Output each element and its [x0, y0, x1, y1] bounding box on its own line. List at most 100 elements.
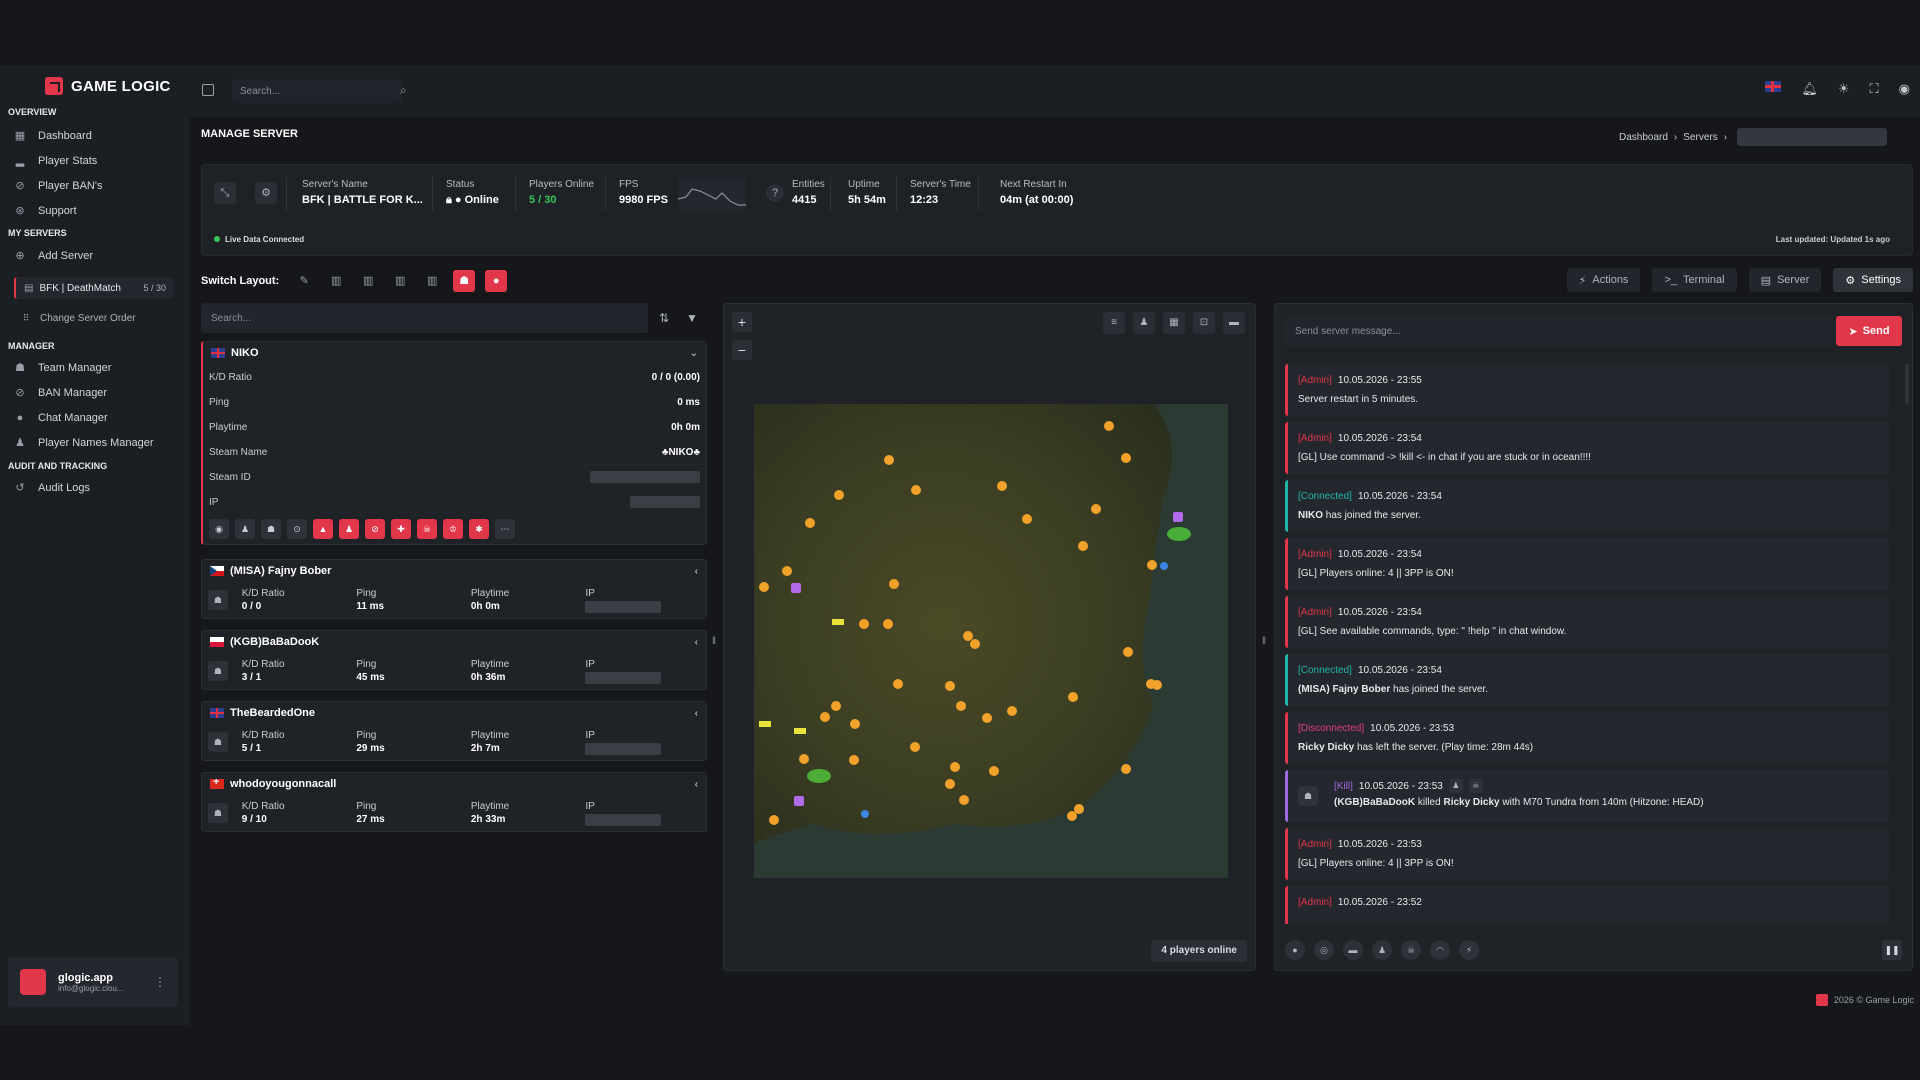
chat-layout-icon[interactable]: ●	[485, 270, 508, 292]
kick-icon[interactable]: ♟	[339, 519, 359, 539]
target-icon[interactable]: ⊙	[287, 519, 307, 539]
player-card-expanded[interactable]: NIKO ⌄ K/D Ratio 0 / 0 (0.00) Ping 0 ms Pla…	[201, 341, 707, 545]
user-icon[interactable]: ♟	[1133, 312, 1155, 334]
breadcrumb-servers[interactable]: Servers	[1683, 132, 1717, 143]
ban-icon[interactable]: ⊘	[365, 519, 385, 539]
sidebar-item-support[interactable]: ⊛ Support	[14, 202, 76, 220]
freeze-icon[interactable]: ✱	[469, 519, 489, 539]
player-card[interactable]: TheBeardedOne ‹ ☗ K/D Ratio 5 / 1 Ping 29 m…	[201, 701, 707, 761]
pause-icon[interactable]: ❚❚	[1882, 940, 1902, 960]
players-layout-icon[interactable]: ☗	[453, 270, 476, 292]
sidebar-item-player-stats[interactable]: ▂ Player Stats	[14, 152, 98, 170]
world-map[interactable]	[754, 404, 1228, 878]
sidebar-item-team-manager[interactable]: ☗ Team Manager	[14, 359, 111, 377]
team-icon: ☗	[15, 362, 25, 374]
breadcrumb-dashboard[interactable]: Dashboard	[1619, 132, 1668, 143]
skull-icon[interactable]: ☠	[417, 519, 437, 539]
log-entry: [Admin] 10.05.2026 - 23:54 [GL] Use comman…	[1285, 422, 1889, 474]
fullscreen-icon[interactable]: ⛶	[1870, 81, 1879, 97]
sun-icon[interactable]: ☀	[1838, 81, 1850, 97]
more-vertical-icon[interactable]: ⋮	[154, 975, 166, 989]
layout-3col-icon[interactable]: ▥	[357, 270, 379, 292]
settings-button[interactable]: ⚙ Settings	[1833, 268, 1913, 292]
minimize-icon[interactable]: ▬	[1223, 312, 1245, 334]
bell-icon[interactable]: 🔔︎	[1801, 81, 1818, 97]
global-search-input[interactable]: Search...	[232, 79, 402, 103]
globe-icon[interactable]: ◎	[1314, 940, 1334, 960]
server-icon: ▤	[24, 282, 34, 294]
players-online-badge: 4 players online	[1151, 940, 1247, 962]
sidebar-item-chat-manager[interactable]: ● Chat Manager	[14, 409, 108, 427]
server-button[interactable]: ▤ Server	[1748, 268, 1822, 292]
bolt-icon: ⚡︎	[1578, 274, 1587, 287]
user-icon[interactable]: ♟	[1448, 778, 1463, 793]
app-logo[interactable]: GAME LOGIC	[45, 75, 171, 97]
sort-icon[interactable]: ⇅	[653, 307, 675, 329]
team-icon: ☗	[208, 590, 228, 610]
sidebar-toggle-icon[interactable]	[202, 84, 214, 96]
user-card[interactable]: glogic.app info@glogic.clou... ⋮	[8, 957, 178, 1007]
player-search-input[interactable]: Search...	[201, 303, 648, 333]
actions-button[interactable]: ⚡︎ Actions	[1566, 268, 1641, 292]
heal-icon[interactable]: ✚	[391, 519, 411, 539]
warning-icon[interactable]: ▲	[313, 519, 333, 539]
steam-icon[interactable]: ◉	[209, 519, 229, 539]
search-icon[interactable]: ⌕	[400, 83, 407, 98]
sidebar-server-item[interactable]: ▤ BFK | DeathMatch 5 / 30	[14, 277, 174, 299]
skull-icon[interactable]: ☠	[1401, 940, 1421, 960]
terminal-button[interactable]: >_ Terminal	[1652, 268, 1737, 292]
skull-icon[interactable]: ☠	[1468, 778, 1483, 793]
language-flag-icon[interactable]	[1765, 81, 1782, 92]
layout-5col-icon[interactable]: ▥	[421, 270, 443, 292]
pencil-icon[interactable]: ✎	[293, 270, 315, 292]
car-icon[interactable]: ▬	[1343, 940, 1363, 960]
team-icon[interactable]: ☗	[261, 519, 281, 539]
wifi-icon[interactable]: ◠	[1430, 940, 1450, 960]
player-card[interactable]: (KGB)BaBaDooK ‹ ☗ K/D Ratio 3 / 1 Ping 45 m…	[201, 630, 707, 690]
trophy-icon[interactable]: ♔	[443, 519, 463, 539]
grid-icon[interactable]: ▦	[1163, 312, 1185, 334]
layout-4col-icon[interactable]: ▥	[389, 270, 411, 292]
user-icon[interactable]: ♟	[1372, 940, 1392, 960]
stat-server-name: Server's Name BFK | BATTLE FOR K...	[302, 179, 423, 206]
filter-icon[interactable]: ≡	[1103, 312, 1125, 334]
collapse-icon[interactable]: ⤡	[214, 182, 236, 204]
change-server-order-button[interactable]: ⠿ Change Server Order	[20, 309, 136, 327]
gear-icon[interactable]: ⚙	[255, 182, 277, 204]
layout-2col-icon[interactable]: ▥	[325, 270, 347, 292]
user-icon[interactable]: ♟	[235, 519, 255, 539]
scrollbar[interactable]	[1905, 364, 1909, 404]
player-card[interactable]: whodoyougonnacall‹ ☗ K/D Ratio9 / 10 Pin…	[201, 772, 707, 832]
last-updated: Last updated: Updated 1s ago	[1775, 235, 1890, 244]
logo-icon	[1815, 994, 1828, 1006]
add-server-button[interactable]: ⊕ Add Server	[14, 247, 93, 265]
server-message-input[interactable]: Send server message...	[1285, 316, 1833, 346]
focus-icon[interactable]: ⊡	[1193, 312, 1215, 334]
chat-icon[interactable]: ●	[1285, 940, 1305, 960]
zoom-out-icon[interactable]: −	[732, 340, 752, 360]
send-button[interactable]: ➤ Send	[1836, 316, 1902, 346]
team-icon: ☗	[208, 732, 228, 752]
bolt-icon[interactable]: ⚡︎	[1459, 940, 1479, 960]
ip-redacted	[585, 600, 662, 613]
flag-pl-icon	[210, 637, 224, 647]
sidebar-item-player-names-manager[interactable]: ♟ Player Names Manager	[14, 434, 154, 452]
sidebar-item-dashboard[interactable]: ▦ Dashboard	[14, 127, 92, 145]
player-card[interactable]: (MISA) Fajny Bober ‹ ☗ K/D Ratio 0 / 0 Pin…	[201, 559, 707, 619]
more-icon[interactable]: ⋯	[495, 519, 515, 539]
user-icon: ♟	[15, 437, 25, 449]
stat-entities: Entities 4415	[792, 179, 825, 206]
history-icon: ↺	[15, 482, 25, 494]
sidebar-item-player-bans[interactable]: ⊘ Player BAN's	[14, 177, 102, 195]
chevron-left-icon: ‹	[694, 778, 698, 790]
flag-cz-icon	[210, 566, 224, 576]
resize-handle[interactable]: ‖	[1262, 636, 1266, 647]
sidebar-item-audit-logs[interactable]: ↺ Audit Logs	[14, 479, 90, 497]
resize-handle[interactable]: ‖	[712, 636, 716, 647]
lock-icon: 🔒︎	[446, 194, 452, 206]
filter-icon[interactable]: ▼	[681, 307, 703, 329]
zoom-in-icon[interactable]: +	[732, 312, 752, 332]
sidebar-item-ban-manager[interactable]: ⊘ BAN Manager	[14, 384, 107, 402]
help-icon[interactable]: ?	[766, 184, 784, 202]
user-circle-icon[interactable]: ◉	[1899, 81, 1910, 97]
